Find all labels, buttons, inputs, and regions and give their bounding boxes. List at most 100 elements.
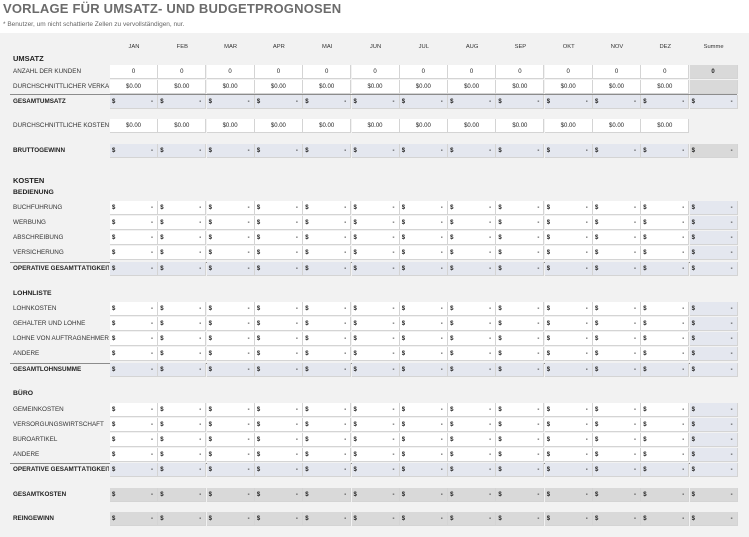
buero-row-2-cell-mar[interactable]: $ - <box>206 433 255 447</box>
buero-row-1-cell-okt[interactable]: $ - <box>544 418 593 432</box>
kosten-pro-cell-jan[interactable]: $0.00 <box>110 119 158 133</box>
buero-row-3-cell-feb[interactable]: $ - <box>158 448 207 462</box>
lohnliste-row-0-cell-jan[interactable]: $ - <box>110 302 158 316</box>
lohnliste-row-3-cell-dez[interactable]: $ - <box>641 347 690 361</box>
lohnliste-row-3-cell-jan[interactable]: $ - <box>110 347 158 361</box>
bedienung-row-3-cell-dez[interactable]: $ - <box>641 246 690 260</box>
bedienung-row-0-cell-apr[interactable]: $ - <box>254 201 303 215</box>
lohnliste-row-1-cell-sep[interactable]: $ - <box>496 317 545 331</box>
buero-row-0-cell-okt[interactable]: $ - <box>544 403 593 417</box>
buero-row-1-cell-sep[interactable]: $ - <box>496 418 545 432</box>
bedienung-row-3-cell-apr[interactable]: $ - <box>254 246 303 260</box>
kosten-pro-cell-mai[interactable]: $0.00 <box>303 119 352 133</box>
bedienung-row-2-cell-aug[interactable]: $ - <box>448 231 497 245</box>
kunden-cell-jun[interactable]: 0 <box>351 65 400 79</box>
buero-row-2-cell-sep[interactable]: $ - <box>496 433 545 447</box>
buero-row-1-cell-mar[interactable]: $ - <box>206 418 255 432</box>
lohnliste-row-1-cell-okt[interactable]: $ - <box>544 317 593 331</box>
bedienung-row-0-cell-jan[interactable]: $ - <box>110 201 158 215</box>
bedienung-row-0-cell-feb[interactable]: $ - <box>158 201 207 215</box>
lohnliste-row-1-cell-mar[interactable]: $ - <box>206 317 255 331</box>
bedienung-row-1-cell-okt[interactable]: $ - <box>544 216 593 230</box>
buero-row-2-cell-apr[interactable]: $ - <box>254 433 303 447</box>
lohnliste-row-0-cell-mar[interactable]: $ - <box>206 302 255 316</box>
lohnliste-row-1-cell-jul[interactable]: $ - <box>399 317 448 331</box>
buero-row-3-cell-dez[interactable]: $ - <box>641 448 690 462</box>
bedienung-row-2-cell-apr[interactable]: $ - <box>254 231 303 245</box>
buero-row-0-cell-dez[interactable]: $ - <box>641 403 690 417</box>
buero-row-2-cell-aug[interactable]: $ - <box>448 433 497 447</box>
bedienung-row-2-cell-okt[interactable]: $ - <box>544 231 593 245</box>
kunden-cell-apr[interactable]: 0 <box>254 65 303 79</box>
buero-row-3-cell-nov[interactable]: $ - <box>593 448 641 462</box>
lohnliste-row-1-cell-jan[interactable]: $ - <box>110 317 158 331</box>
lohnliste-row-1-cell-apr[interactable]: $ - <box>254 317 303 331</box>
buero-row-1-cell-apr[interactable]: $ - <box>254 418 303 432</box>
buero-row-2-cell-okt[interactable]: $ - <box>544 433 593 447</box>
lohnliste-row-2-cell-nov[interactable]: $ - <box>593 332 641 346</box>
lohnliste-row-0-cell-jun[interactable]: $ - <box>351 302 400 316</box>
lohnliste-row-3-cell-jun[interactable]: $ - <box>351 347 400 361</box>
buero-row-2-cell-jul[interactable]: $ - <box>399 433 448 447</box>
bedienung-row-3-cell-okt[interactable]: $ - <box>544 246 593 260</box>
buero-row-3-cell-jun[interactable]: $ - <box>351 448 400 462</box>
lohnliste-row-3-cell-apr[interactable]: $ - <box>254 347 303 361</box>
kunden-cell-feb[interactable]: 0 <box>158 65 207 79</box>
buero-row-1-cell-nov[interactable]: $ - <box>593 418 641 432</box>
verkauf-cell-jun[interactable]: $0.00 <box>351 80 400 94</box>
verkauf-cell-jan[interactable]: $0.00 <box>110 80 158 94</box>
lohnliste-row-1-cell-aug[interactable]: $ - <box>448 317 497 331</box>
lohnliste-row-0-cell-okt[interactable]: $ - <box>544 302 593 316</box>
bedienung-row-1-cell-aug[interactable]: $ - <box>448 216 497 230</box>
lohnliste-row-0-cell-jul[interactable]: $ - <box>399 302 448 316</box>
buero-row-3-cell-apr[interactable]: $ - <box>254 448 303 462</box>
lohnliste-row-0-cell-aug[interactable]: $ - <box>448 302 497 316</box>
buero-row-2-cell-jun[interactable]: $ - <box>351 433 400 447</box>
bedienung-row-3-cell-mar[interactable]: $ - <box>206 246 255 260</box>
kunden-cell-jan[interactable]: 0 <box>110 65 158 79</box>
lohnliste-row-1-cell-jun[interactable]: $ - <box>351 317 400 331</box>
lohnliste-row-2-cell-jan[interactable]: $ - <box>110 332 158 346</box>
bedienung-row-1-cell-dez[interactable]: $ - <box>641 216 690 230</box>
kosten-pro-cell-mar[interactable]: $0.00 <box>206 119 255 133</box>
lohnliste-row-3-cell-sep[interactable]: $ - <box>496 347 545 361</box>
buero-row-3-cell-sep[interactable]: $ - <box>496 448 545 462</box>
verkauf-cell-feb[interactable]: $0.00 <box>158 80 207 94</box>
buero-row-1-cell-mai[interactable]: $ - <box>303 418 352 432</box>
kosten-pro-cell-aug[interactable]: $0.00 <box>448 119 497 133</box>
verkauf-cell-mai[interactable]: $0.00 <box>303 80 352 94</box>
kosten-pro-cell-sep[interactable]: $0.00 <box>496 119 545 133</box>
buero-row-2-cell-jan[interactable]: $ - <box>110 433 158 447</box>
lohnliste-row-2-cell-jul[interactable]: $ - <box>399 332 448 346</box>
buero-row-1-cell-aug[interactable]: $ - <box>448 418 497 432</box>
buero-row-0-cell-jan[interactable]: $ - <box>110 403 158 417</box>
bedienung-row-0-cell-dez[interactable]: $ - <box>641 201 690 215</box>
bedienung-row-1-cell-mar[interactable]: $ - <box>206 216 255 230</box>
buero-row-2-cell-feb[interactable]: $ - <box>158 433 207 447</box>
verkauf-cell-sep[interactable]: $0.00 <box>496 80 545 94</box>
kunden-cell-jul[interactable]: 0 <box>399 65 448 79</box>
bedienung-row-0-cell-mai[interactable]: $ - <box>303 201 352 215</box>
bedienung-row-2-cell-feb[interactable]: $ - <box>158 231 207 245</box>
buero-row-2-cell-dez[interactable]: $ - <box>641 433 690 447</box>
buero-row-0-cell-jul[interactable]: $ - <box>399 403 448 417</box>
bedienung-row-2-cell-jul[interactable]: $ - <box>399 231 448 245</box>
kosten-pro-cell-dez[interactable]: $0.00 <box>641 119 690 133</box>
kunden-cell-okt[interactable]: 0 <box>544 65 593 79</box>
bedienung-row-0-cell-sep[interactable]: $ - <box>496 201 545 215</box>
bedienung-row-1-cell-apr[interactable]: $ - <box>254 216 303 230</box>
lohnliste-row-2-cell-apr[interactable]: $ - <box>254 332 303 346</box>
kunden-cell-mar[interactable]: 0 <box>206 65 255 79</box>
lohnliste-row-1-cell-dez[interactable]: $ - <box>641 317 690 331</box>
buero-row-1-cell-jun[interactable]: $ - <box>351 418 400 432</box>
kunden-cell-aug[interactable]: 0 <box>448 65 497 79</box>
lohnliste-row-2-cell-jun[interactable]: $ - <box>351 332 400 346</box>
buero-row-0-cell-jun[interactable]: $ - <box>351 403 400 417</box>
lohnliste-row-0-cell-feb[interactable]: $ - <box>158 302 207 316</box>
lohnliste-row-2-cell-sep[interactable]: $ - <box>496 332 545 346</box>
bedienung-row-2-cell-jan[interactable]: $ - <box>110 231 158 245</box>
bedienung-row-3-cell-mai[interactable]: $ - <box>303 246 352 260</box>
lohnliste-row-3-cell-feb[interactable]: $ - <box>158 347 207 361</box>
lohnliste-row-0-cell-dez[interactable]: $ - <box>641 302 690 316</box>
bedienung-row-1-cell-sep[interactable]: $ - <box>496 216 545 230</box>
